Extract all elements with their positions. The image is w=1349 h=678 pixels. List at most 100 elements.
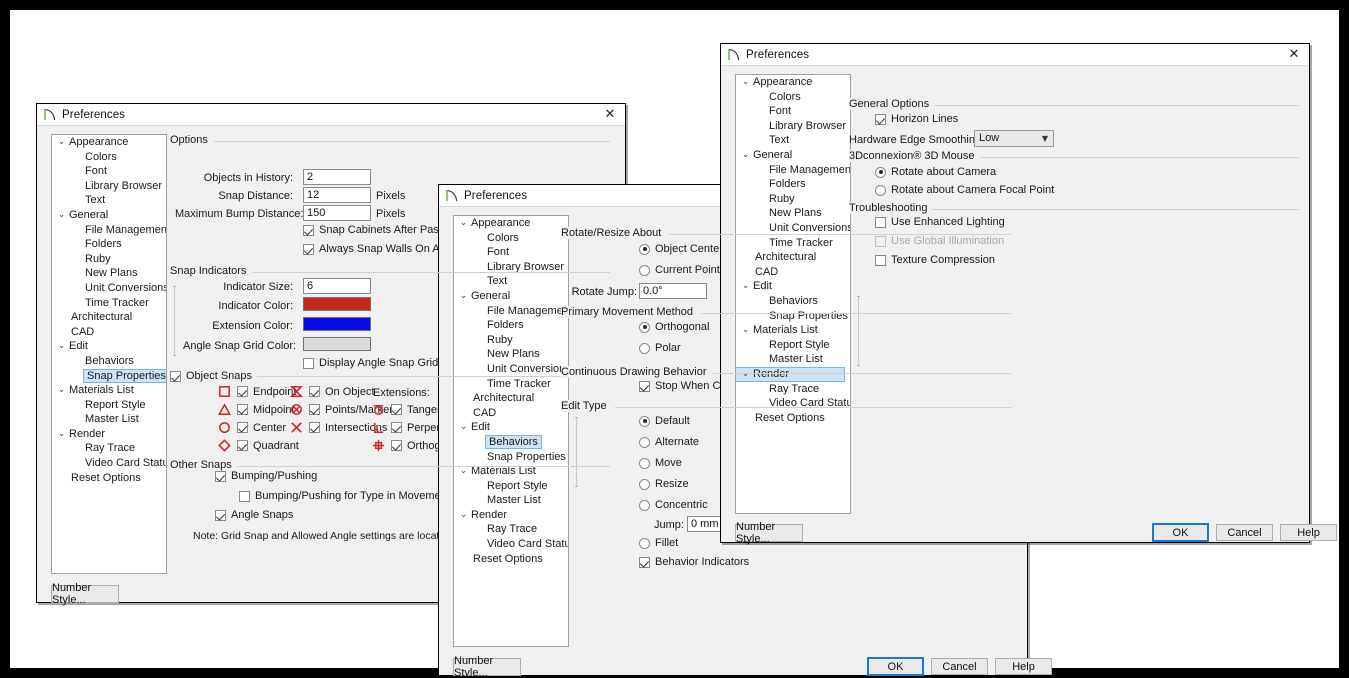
sidebar-item-edit[interactable]: ⌄ Edit [52, 339, 166, 354]
checkbox-icon[interactable] [215, 470, 226, 482]
edit-type-alternate-radio[interactable]: Alternate [639, 436, 699, 448]
checkbox-icon[interactable] [170, 370, 181, 382]
chevron-down-icon[interactable]: ⌄ [458, 216, 469, 231]
horizon-lines-checkbox[interactable]: Horizon Lines [875, 113, 958, 125]
checkbox-icon[interactable] [875, 113, 886, 125]
radio-icon[interactable] [639, 537, 650, 549]
radio-icon[interactable] [875, 166, 886, 178]
number-style-button[interactable]: Number Style... [735, 521, 803, 545]
sidebar-item-colors[interactable]: Colors [52, 150, 166, 165]
sidebar-item-snap-properties[interactable]: Snap Properties [52, 368, 166, 384]
checkbox-icon[interactable] [303, 243, 314, 255]
checkbox-icon[interactable] [639, 380, 650, 392]
sidebar-item-cad[interactable]: CAD [736, 265, 850, 280]
preferences-dialog-render[interactable]: Preferences ✕ ⌄ Appearance Colors Font Li… [720, 43, 1337, 545]
sidebar-item-ray-trace[interactable]: Ray Trace [736, 382, 850, 397]
radio-icon[interactable] [639, 264, 650, 276]
sidebar-item-ruby[interactable]: Ruby [52, 252, 166, 267]
checkbox-icon[interactable] [239, 490, 250, 502]
edit-type-move-radio[interactable]: Move [639, 457, 682, 469]
rotate-about-current-point-radio[interactable]: Current Point [639, 264, 720, 276]
sidebar-item-report-style[interactable]: Report Style [52, 398, 166, 413]
sidebar-item-cad[interactable]: CAD [454, 406, 568, 421]
angle-snap-grid-color-swatch[interactable] [303, 337, 371, 351]
cancel-button[interactable]: Cancel [1216, 524, 1273, 541]
sidebar-item-new-plans[interactable]: New Plans [736, 206, 850, 221]
radio-icon[interactable] [639, 436, 650, 448]
checkbox-icon[interactable] [309, 386, 320, 397]
sidebar-item-ruby[interactable]: Ruby [736, 192, 850, 207]
sidebar-item-video-card-status[interactable]: Video Card Status [52, 456, 166, 471]
rotate-about-camera-focal-point-radio[interactable]: Rotate about Camera Focal Point [875, 184, 1054, 196]
display-angle-snap-grid-checkbox[interactable]: Display Angle Snap Grid [303, 357, 438, 369]
dialog3-titlebar[interactable]: Preferences ✕ [721, 44, 1309, 66]
sidebar-item-time-tracker[interactable]: Time Tracker [454, 377, 568, 392]
behavior-indicators-checkbox[interactable]: Behavior Indicators [639, 556, 749, 568]
chevron-down-icon[interactable]: ⌄ [56, 383, 67, 398]
sidebar-item-folders[interactable]: Folders [52, 237, 166, 252]
snap-cabinets-after-paste-checkbox[interactable]: Snap Cabinets After Paste [303, 224, 448, 236]
checkbox-icon[interactable] [303, 224, 314, 236]
hardware-edge-smoothing-select[interactable]: Low ▼ [974, 130, 1054, 147]
sidebar-item-general[interactable]: ⌄ General [52, 208, 166, 223]
ok-button[interactable]: OK [867, 657, 924, 676]
sidebar-item-reset-options[interactable]: Reset Options [736, 411, 850, 426]
sidebar-item-unit-conversions[interactable]: Unit Conversions [52, 281, 166, 296]
sidebar-item-appearance[interactable]: ⌄ Appearance [52, 135, 166, 150]
chevron-down-icon[interactable]: ⌄ [458, 508, 469, 523]
sidebar-item-folders[interactable]: Folders [736, 177, 850, 192]
snap-center[interactable]: Center [217, 420, 286, 435]
checkbox-icon[interactable] [303, 357, 314, 369]
chevron-down-icon[interactable]: ⌄ [56, 427, 67, 442]
dialog3-splitter[interactable] [857, 296, 860, 366]
sidebar-item-master-list[interactable]: Master List [454, 493, 568, 508]
sidebar-item-text[interactable]: Text [52, 193, 166, 208]
dialog2-nav-tree[interactable]: ⌄ Appearance Colors Font Library Browser … [453, 215, 569, 647]
sidebar-item-unit-conversions[interactable]: Unit Conversions [454, 362, 568, 377]
sidebar-item-folders[interactable]: Folders [454, 318, 568, 333]
edit-type-default-radio[interactable]: Default [639, 415, 690, 427]
snap-distance-input[interactable]: 12 [303, 187, 371, 203]
snap-endpoint[interactable]: Endpoint [217, 384, 296, 399]
sidebar-item-cad[interactable]: CAD [52, 325, 166, 340]
dialog1-splitter[interactable] [173, 286, 176, 356]
chevron-down-icon[interactable]: ▼ [1037, 131, 1053, 146]
rotate-jump-input[interactable]: 0.0° [639, 283, 707, 299]
sidebar-item-materials-list[interactable]: ⌄ Materials List [52, 383, 166, 398]
movement-orthogonal-radio[interactable]: Orthogonal [639, 321, 709, 333]
checkbox-icon[interactable] [875, 254, 886, 266]
chevron-down-icon[interactable]: ⌄ [458, 289, 469, 304]
sidebar-item-general[interactable]: ⌄ General [454, 289, 568, 304]
sidebar-item-render[interactable]: ⌄Render [736, 366, 845, 382]
sidebar-item-edit[interactable]: ⌄ Edit [736, 279, 850, 294]
sidebar-item-text[interactable]: Text [454, 274, 568, 289]
sidebar-item-library-browser[interactable]: Library Browser [736, 119, 850, 134]
sidebar-item-file-management[interactable]: File Management [52, 223, 166, 238]
sidebar-item-general[interactable]: ⌄ General [736, 148, 850, 163]
help-button[interactable]: Help [995, 658, 1052, 675]
chevron-down-icon[interactable]: ⌄ [56, 208, 67, 223]
checkbox-icon[interactable] [639, 556, 650, 568]
dialog1-nav-tree[interactable]: ⌄ Appearance Colors Font Library Browser … [51, 134, 167, 574]
sidebar-item-behaviors[interactable]: Behaviors [52, 354, 166, 369]
checkbox-icon[interactable] [391, 404, 402, 415]
ok-button[interactable]: OK [1152, 523, 1209, 542]
indicator-color-swatch[interactable] [303, 297, 371, 311]
object-snaps-group-checkbox[interactable]: Object Snaps [170, 370, 258, 382]
radio-icon[interactable] [639, 478, 650, 490]
checkbox-icon[interactable] [215, 509, 226, 521]
dialog2-splitter[interactable] [575, 417, 578, 487]
chevron-down-icon[interactable]: ⌄ [56, 339, 67, 354]
sidebar-item-reset-options[interactable]: Reset Options [52, 471, 166, 486]
sidebar-item-master-list[interactable]: Master List [736, 352, 850, 367]
checkbox-icon[interactable] [309, 422, 320, 433]
sidebar-item-appearance[interactable]: ⌄ Appearance [736, 75, 850, 90]
edit-type-fillet-radio[interactable]: Fillet [639, 537, 678, 549]
sidebar-item-video-card-status[interactable]: Video Card Status [454, 537, 568, 552]
edit-type-resize-radio[interactable]: Resize [639, 478, 689, 490]
radio-icon[interactable] [639, 321, 650, 333]
sidebar-item-library-browser[interactable]: Library Browser [52, 179, 166, 194]
snap-quadrant[interactable]: Quadrant [217, 438, 299, 453]
sidebar-item-materials-list[interactable]: ⌄ Materials List [736, 323, 850, 338]
chevron-down-icon[interactable]: ⌄ [458, 420, 469, 435]
